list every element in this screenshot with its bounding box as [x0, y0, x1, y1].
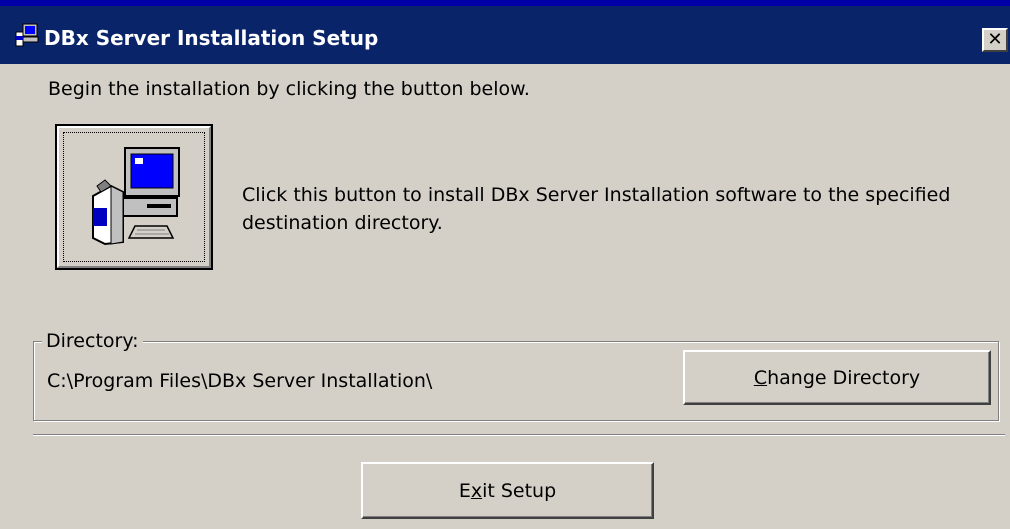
separator	[33, 434, 1005, 436]
directory-label: Directory:	[42, 330, 143, 352]
install-button[interactable]	[55, 124, 213, 270]
close-button[interactable]: ✕	[982, 28, 1008, 52]
intro-text: Begin the installation by clicking the b…	[48, 78, 530, 100]
setup-dialog: DBx Server Installation Setup ✕ Begin th…	[0, 0, 1010, 529]
change-directory-mnemonic: C	[753, 366, 768, 389]
exit-label-start: E	[458, 479, 471, 502]
setup-computer-icon	[15, 23, 39, 47]
change-directory-label-rest: hange Directory	[767, 366, 921, 389]
exit-setup-label: Exit Setup	[459, 480, 556, 502]
window-title: DBx Server Installation Setup	[44, 26, 379, 50]
title-bar[interactable]: DBx Server Installation Setup ✕	[0, 6, 1010, 64]
install-description: Click this button to install DBx Server …	[242, 184, 951, 234]
change-directory-label: Change Directory	[754, 367, 920, 389]
exit-label-rest: it Setup	[482, 479, 557, 502]
directory-path: C:\Program Files\DBx Server Installation…	[47, 370, 433, 392]
close-icon: ✕	[987, 29, 1003, 50]
setup-computer-icon	[92, 147, 180, 246]
exit-setup-button[interactable]: Exit Setup	[361, 462, 654, 519]
exit-mnemonic: x	[470, 479, 483, 502]
change-directory-button[interactable]: Change Directory	[683, 350, 991, 405]
